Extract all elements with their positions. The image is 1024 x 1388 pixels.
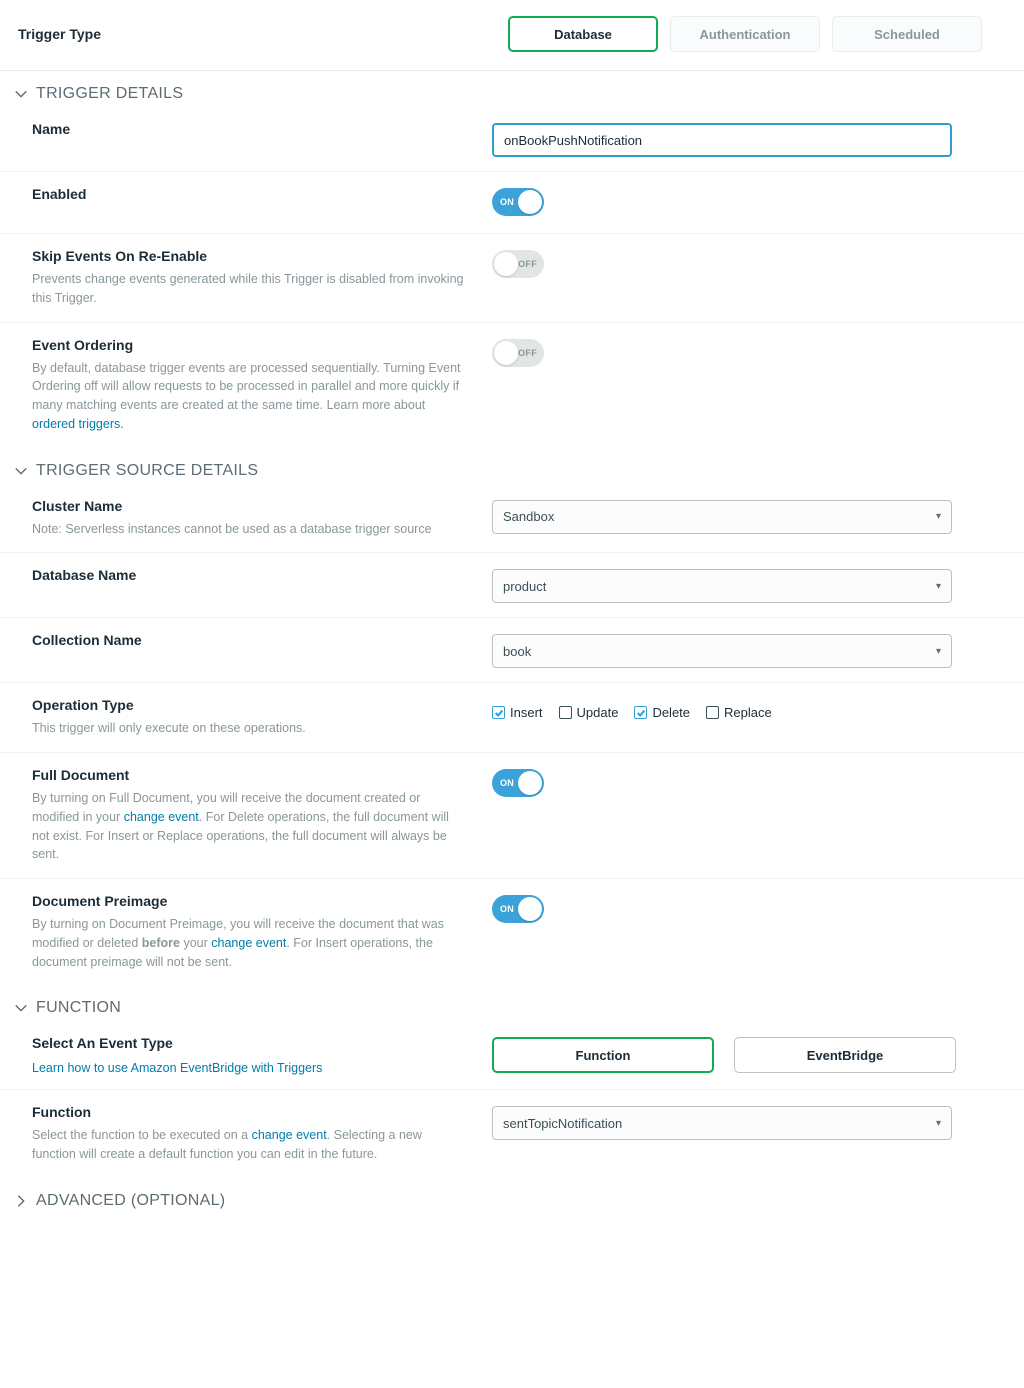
cluster-note: Note: Serverless instances cannot be use…: [32, 520, 468, 539]
ordering-toggle[interactable]: OFF: [492, 339, 544, 367]
preimage-desc: By turning on Document Preimage, you wil…: [32, 915, 468, 971]
database-label: Database Name: [32, 567, 468, 583]
field-operation: Operation Type This trigger will only ex…: [0, 683, 1024, 753]
operation-label: Operation Type: [32, 697, 468, 713]
fulldoc-label: Full Document: [32, 767, 468, 783]
eventbridge-learn-link[interactable]: Learn how to use Amazon EventBridge with…: [32, 1061, 322, 1075]
event-type-function[interactable]: Function: [492, 1037, 714, 1073]
section-title-advanced: ADVANCED (OPTIONAL): [36, 1192, 225, 1210]
field-ordering: Event Ordering By default, database trig…: [0, 323, 1024, 448]
section-advanced[interactable]: ADVANCED (OPTIONAL): [0, 1178, 1024, 1214]
field-collection: Collection Name book▾: [0, 618, 1024, 683]
field-name: Name: [0, 107, 1024, 172]
function-desc: Select the function to be executed on a …: [32, 1126, 468, 1164]
trigger-type-row: Trigger Type Database Authentication Sch…: [0, 0, 1024, 71]
database-select[interactable]: product▾: [492, 569, 952, 603]
collection-label: Collection Name: [32, 632, 468, 648]
trigger-type-label: Trigger Type: [18, 26, 508, 42]
collection-select[interactable]: book▾: [492, 634, 952, 668]
fulldoc-desc: By turning on Full Document, you will re…: [32, 789, 468, 864]
function-select[interactable]: sentTopicNotification▾: [492, 1106, 952, 1140]
field-cluster: Cluster Name Note: Serverless instances …: [0, 484, 1024, 554]
name-label: Name: [32, 121, 468, 137]
field-full-document: Full Document By turning on Full Documen…: [0, 753, 1024, 879]
event-type-label: Select An Event Type: [32, 1035, 468, 1051]
ordering-label: Event Ordering: [32, 337, 468, 353]
section-source-details[interactable]: TRIGGER SOURCE DETAILS: [0, 448, 1024, 484]
event-type-buttons: Function EventBridge: [492, 1037, 992, 1073]
change-event-link[interactable]: change event: [124, 810, 199, 824]
section-trigger-details[interactable]: TRIGGER DETAILS: [0, 71, 1024, 107]
chevron-right-icon: [14, 1194, 28, 1208]
skip-label: Skip Events On Re-Enable: [32, 248, 468, 264]
change-event-link[interactable]: change event: [252, 1128, 327, 1142]
change-event-link[interactable]: change event: [211, 936, 286, 950]
field-database: Database Name product▾: [0, 553, 1024, 618]
cluster-select[interactable]: Sandbox▾: [492, 500, 952, 534]
field-preimage: Document Preimage By turning on Document…: [0, 879, 1024, 985]
field-skip-events: Skip Events On Re-Enable Prevents change…: [0, 234, 1024, 323]
name-input[interactable]: [492, 123, 952, 157]
ordered-triggers-link[interactable]: ordered triggers.: [32, 417, 124, 431]
chevron-down-icon: [14, 464, 28, 478]
check-delete[interactable]: Delete: [634, 705, 690, 720]
enabled-toggle[interactable]: ON: [492, 188, 544, 216]
check-replace[interactable]: Replace: [706, 705, 772, 720]
field-event-type: Select An Event Type Learn how to use Am…: [0, 1021, 1024, 1090]
check-update[interactable]: Update: [559, 705, 619, 720]
cluster-label: Cluster Name: [32, 498, 468, 514]
event-type-eventbridge[interactable]: EventBridge: [734, 1037, 956, 1073]
tab-authentication[interactable]: Authentication: [670, 16, 820, 52]
chevron-down-icon: [14, 1001, 28, 1015]
check-insert[interactable]: Insert: [492, 705, 543, 720]
field-function-select: Function Select the function to be execu…: [0, 1090, 1024, 1178]
field-enabled: Enabled ON: [0, 172, 1024, 234]
function-label: Function: [32, 1104, 468, 1120]
enabled-label: Enabled: [32, 186, 468, 202]
section-title-function: FUNCTION: [36, 999, 121, 1017]
section-title-source: TRIGGER SOURCE DETAILS: [36, 462, 258, 480]
section-title-details: TRIGGER DETAILS: [36, 85, 183, 103]
preimage-toggle[interactable]: ON: [492, 895, 544, 923]
caret-down-icon: ▾: [936, 511, 941, 522]
preimage-label: Document Preimage: [32, 893, 468, 909]
section-function[interactable]: FUNCTION: [0, 985, 1024, 1021]
ordering-desc: By default, database trigger events are …: [32, 359, 468, 434]
tab-database[interactable]: Database: [508, 16, 658, 52]
tab-scheduled[interactable]: Scheduled: [832, 16, 982, 52]
skip-toggle[interactable]: OFF: [492, 250, 544, 278]
caret-down-icon: ▾: [936, 581, 941, 592]
caret-down-icon: ▾: [936, 646, 941, 657]
chevron-down-icon: [14, 87, 28, 101]
operation-desc: This trigger will only execute on these …: [32, 719, 468, 738]
operation-checkboxes: Insert Update Delete Replace: [492, 699, 992, 720]
fulldoc-toggle[interactable]: ON: [492, 769, 544, 797]
caret-down-icon: ▾: [936, 1118, 941, 1129]
skip-desc: Prevents change events generated while t…: [32, 270, 468, 308]
trigger-type-tabs: Database Authentication Scheduled: [508, 16, 982, 52]
